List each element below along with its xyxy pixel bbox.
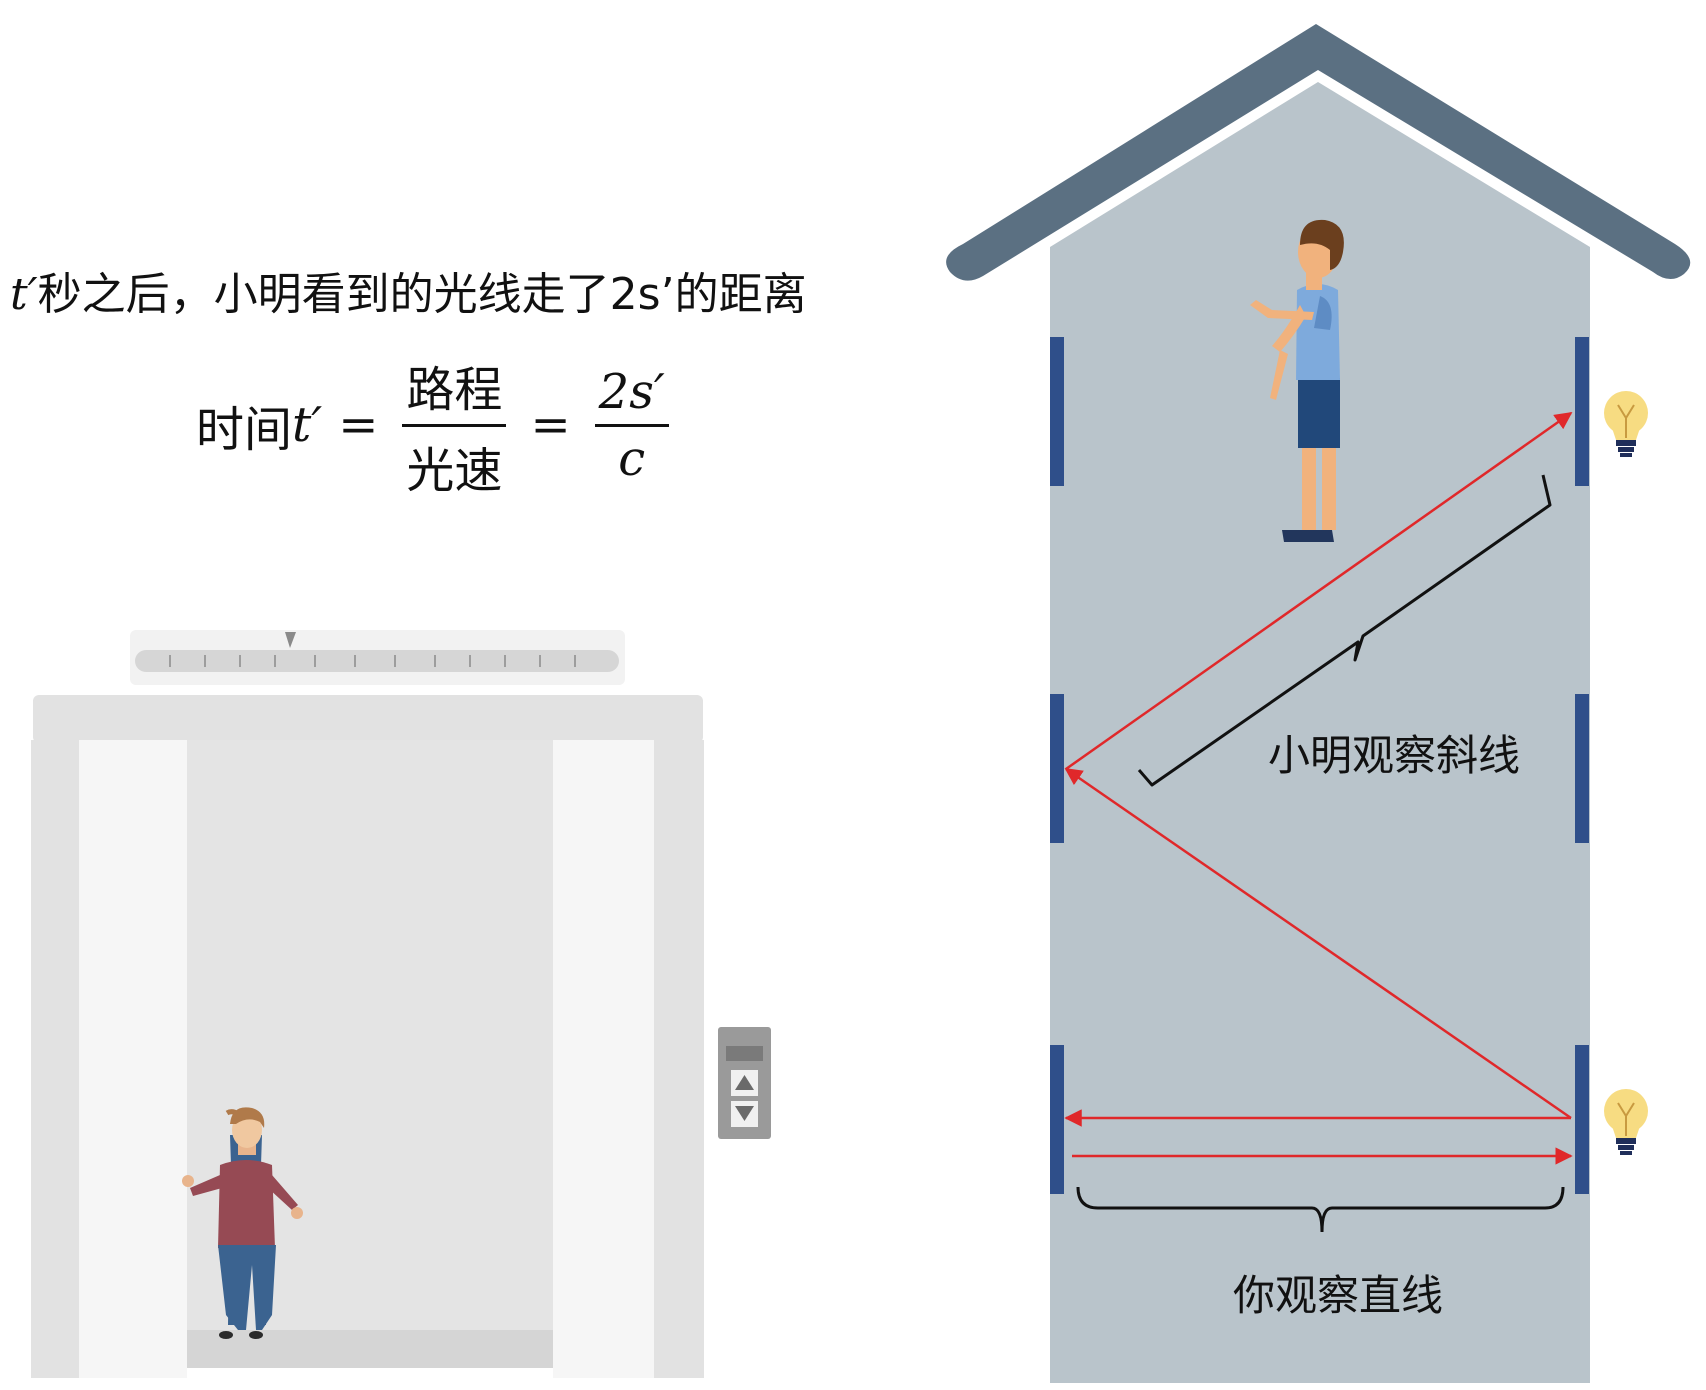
mirror-right-middle xyxy=(1575,694,1589,843)
elevator-call-button-icon[interactable] xyxy=(718,1027,771,1139)
mirror-left-top xyxy=(1050,337,1064,486)
light-clock-shaft xyxy=(946,24,1691,1383)
elevator-right-door xyxy=(553,740,654,1378)
elevator-left-frame xyxy=(31,740,79,1378)
elevator-illustration xyxy=(31,630,771,1378)
lightbulb-icon xyxy=(1604,391,1648,457)
light-clock-diagram xyxy=(31,24,1691,1383)
mirror-left-middle xyxy=(1050,694,1064,843)
mirror-right-top xyxy=(1575,337,1589,486)
mirror-right-bottom xyxy=(1575,1045,1589,1194)
straight-path-label: 你观察直线 xyxy=(1233,1271,1444,1320)
elevator-floor xyxy=(187,1330,553,1368)
elevator-left-door xyxy=(79,740,187,1378)
lightbulb-icon xyxy=(1604,1089,1648,1155)
mirror-left-bottom xyxy=(1050,1045,1064,1194)
diagonal-path-label: 小明观察斜线 xyxy=(1268,731,1521,780)
floor-indicator-scale xyxy=(135,650,619,672)
elevator-top-frame xyxy=(33,695,703,743)
elevator-right-frame xyxy=(654,740,704,1378)
